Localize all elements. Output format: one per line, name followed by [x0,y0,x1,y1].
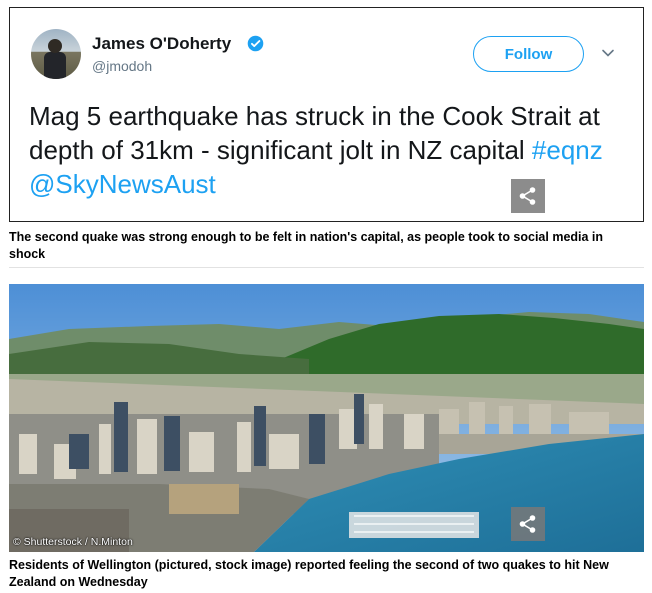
share-button[interactable] [511,179,545,213]
follow-button[interactable]: Follow [473,36,584,72]
tweet-body-text: Mag 5 earthquake has struck in the Cook … [29,101,600,165]
avatar-figure-body [44,52,66,79]
verified-badge-icon [247,35,264,52]
avatar-figure-head [48,39,62,53]
share-icon [519,515,536,533]
wellington-photo[interactable]: © Shutterstock / N.Minton [9,284,644,552]
mention-link[interactable]: @SkyNewsAust [29,169,216,199]
share-icon [519,187,536,205]
divider [9,267,644,268]
author-name[interactable]: James O'Doherty [92,34,231,54]
photo-credit: © Shutterstock / N.Minton [13,536,133,548]
embedded-tweet[interactable]: James O'Doherty @jmodoh Follow Mag 5 ear… [9,7,644,222]
author-avatar[interactable] [31,29,81,79]
author-handle[interactable]: @jmodoh [92,58,152,74]
chevron-down-icon[interactable] [601,46,615,60]
photo-caption: Residents of Wellington (pictured, stock… [9,558,609,589]
wellington-cityscape-image [9,284,644,552]
photo-share-button[interactable] [511,507,545,541]
tweet-caption: The second quake was strong enough to be… [9,230,604,261]
hashtag-link[interactable]: #eqnz [532,135,603,165]
